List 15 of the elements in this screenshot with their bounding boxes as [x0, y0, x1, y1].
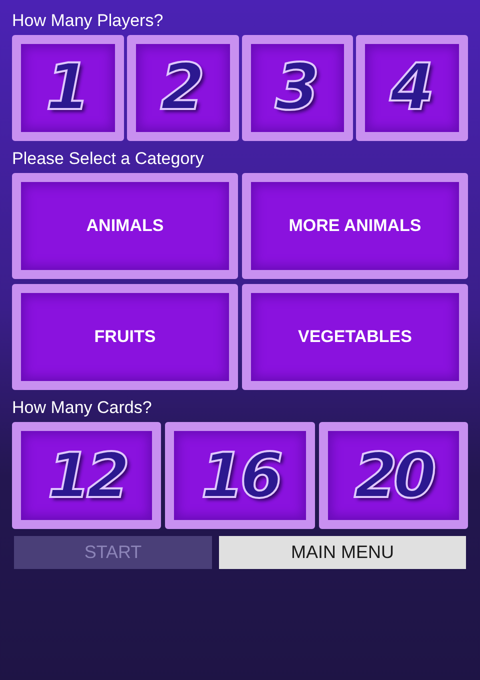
- player-count-button[interactable]: 1: [12, 35, 124, 141]
- player-count-button[interactable]: 2: [126, 35, 238, 141]
- main-menu-button[interactable]: MAIN MENU: [219, 536, 466, 569]
- category-button[interactable]: ANIMALS: [12, 173, 238, 279]
- player-count-button[interactable]: 4: [356, 35, 468, 141]
- category-button[interactable]: FRUITS: [12, 284, 238, 390]
- category-button[interactable]: VEGETABLES: [242, 284, 468, 390]
- player-count-button[interactable]: 3: [242, 35, 354, 141]
- section-heading: Please Select a Category: [11, 149, 205, 169]
- card-count-button[interactable]: 12: [12, 422, 162, 529]
- section-heading: How Many Players?: [11, 11, 164, 31]
- card-count-button[interactable]: 20: [318, 422, 468, 529]
- card-count-button[interactable]: 16: [165, 422, 315, 529]
- category-button[interactable]: MORE ANIMALS: [242, 173, 468, 279]
- section-heading: How Many Cards?: [11, 398, 153, 418]
